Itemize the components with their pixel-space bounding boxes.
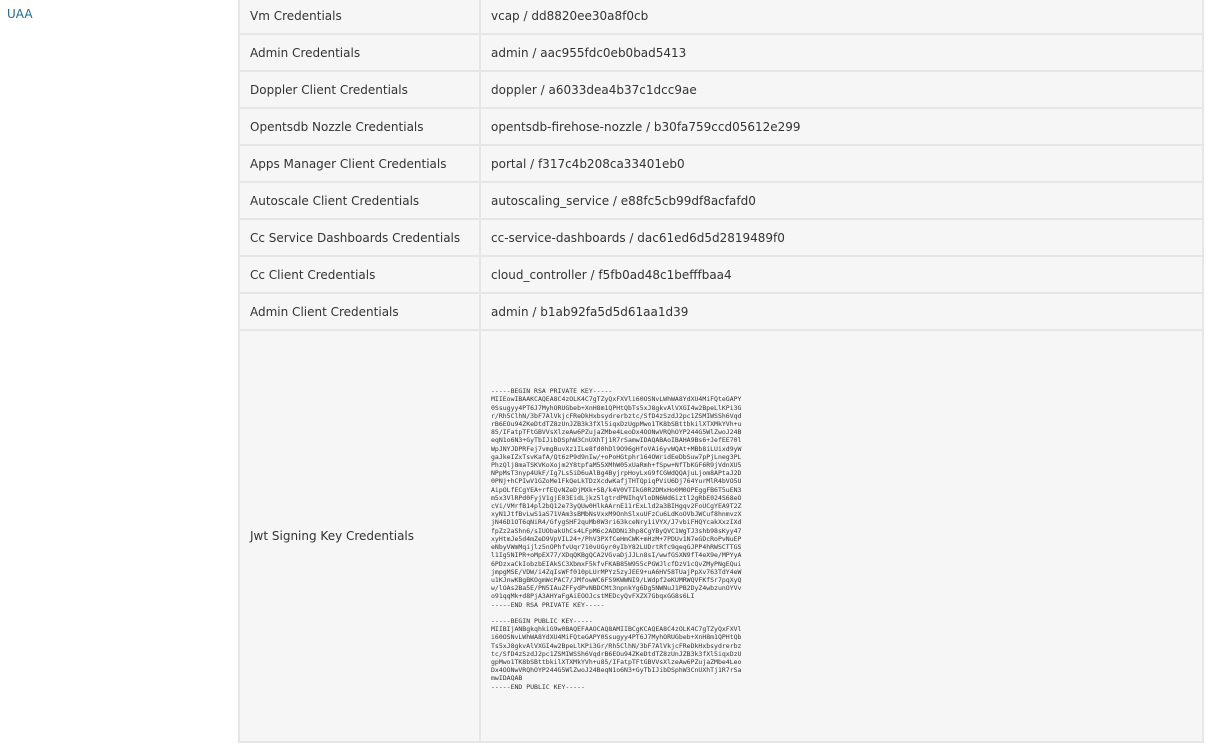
credential-label: Apps Manager Client Credentials [238,144,481,183]
credentials-table: Vm Credentials vcap / dd8820ee30a8f0cb A… [238,0,1204,743]
table-row-jwt-signing-key: Jwt Signing Key Credentials -----BEGIN R… [238,329,1204,743]
credential-label: Vm Credentials [238,0,481,35]
table-row: Vm Credentials vcap / dd8820ee30a8f0cb [238,0,1204,35]
credential-label: Autoscale Client Credentials [238,181,481,220]
table-row: Apps Manager Client Credentials portal /… [238,144,1204,183]
table-row: Cc Client Credentials cloud_controller /… [238,255,1204,294]
credential-label: Admin Credentials [238,33,481,72]
table-row: Cc Service Dashboards Credentials cc-ser… [238,218,1204,257]
credential-label: Doppler Client Credentials [238,70,481,109]
table-row: Doppler Client Credentials doppler / a60… [238,70,1204,109]
table-row: Autoscale Client Credentials autoscaling… [238,181,1204,220]
credential-value: cloud_controller / f5fb0ad48c1befffbaa4 [479,255,1204,294]
sidebar-link-uaa[interactable]: UAA [7,7,33,21]
table-row: Admin Credentials admin / aac955fdc0eb0b… [238,33,1204,72]
credentials-table-body: Vm Credentials vcap / dd8820ee30a8f0cb A… [238,0,1204,743]
credential-label: Opentsdb Nozzle Credentials [238,107,481,146]
credential-label: Cc Client Credentials [238,255,481,294]
credential-value: vcap / dd8820ee30a8f0cb [479,0,1204,35]
credential-label: Jwt Signing Key Credentials [238,329,481,743]
credential-value: cc-service-dashboards / dac61ed6d5d28194… [479,218,1204,257]
sidebar: UAA [0,0,238,752]
credential-value: doppler / a6033dea4b37c1dcc9ae [479,70,1204,109]
credential-value: autoscaling_service / e88fc5cb99df8acfaf… [479,181,1204,220]
jwt-key-block: -----BEGIN RSA PRIVATE KEY----- MIIEowIB… [491,387,742,691]
table-row: Admin Client Credentials admin / b1ab92f… [238,292,1204,331]
credential-value-cell: -----BEGIN RSA PRIVATE KEY----- MIIEowIB… [479,329,1204,743]
credential-value: portal / f317c4b208ca33401eb0 [479,144,1204,183]
table-row: Opentsdb Nozzle Credentials opentsdb-fir… [238,107,1204,146]
credential-value: admin / b1ab92fa5d5d61aa1d39 [479,292,1204,331]
credential-label: Cc Service Dashboards Credentials [238,218,481,257]
credential-value: admin / aac955fdc0eb0bad5413 [479,33,1204,72]
credential-value: opentsdb-firehose-nozzle / b30fa759ccd05… [479,107,1204,146]
credential-label: Admin Client Credentials [238,292,481,331]
